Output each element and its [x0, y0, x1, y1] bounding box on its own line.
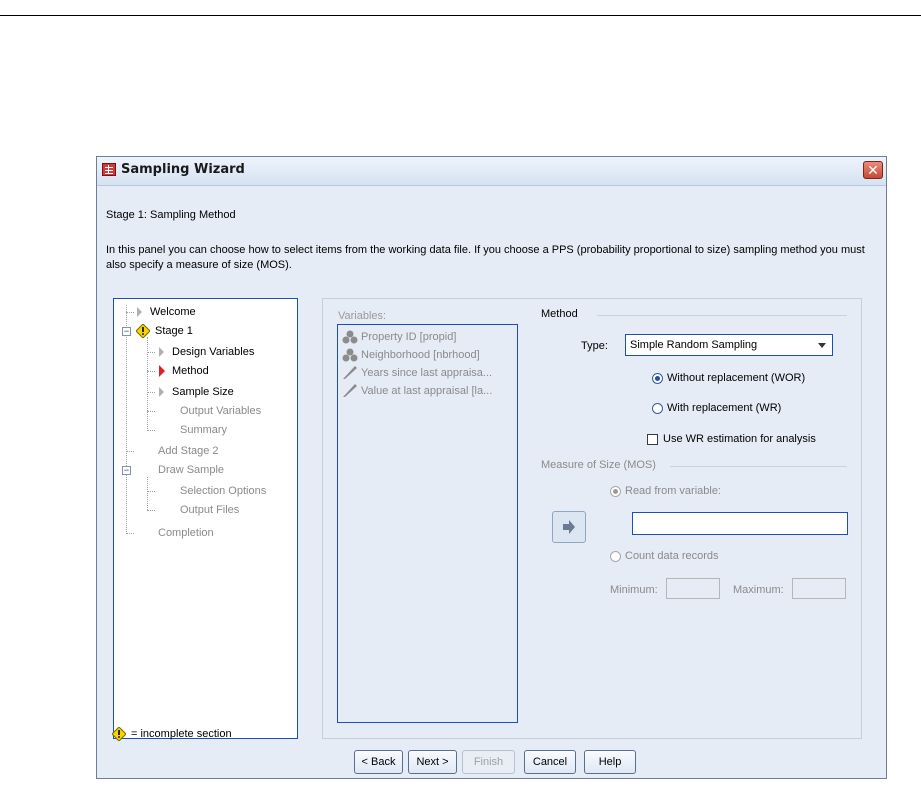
- variable-item[interactable]: Value at last appraisal [la...: [342, 382, 492, 400]
- stage-heading: Stage 1: Sampling Method: [106, 209, 236, 221]
- scale-icon: [343, 366, 357, 380]
- tree-item-completion: Completion: [158, 527, 214, 539]
- variable-item[interactable]: Property ID [propid]: [342, 328, 456, 346]
- sampling-type-select[interactable]: Simple Random Sampling: [625, 334, 833, 356]
- move-variable-button[interactable]: [552, 511, 586, 543]
- wizard-navigation-tree: Welcome − Stage 1 Design Variables Metho…: [113, 298, 298, 739]
- radio-icon: [652, 402, 663, 414]
- radio-selected-icon: [610, 485, 621, 497]
- variable-item[interactable]: Years since last appraisa...: [342, 364, 492, 382]
- tree-connector: [126, 533, 134, 534]
- next-button[interactable]: Next >: [408, 750, 457, 774]
- minimum-field[interactable]: [666, 578, 720, 599]
- method-group-title: Method: [541, 308, 578, 320]
- variables-list[interactable]: Property ID [propid] Neighborhood [nbrho…: [337, 324, 518, 723]
- mos-group-title: Measure of Size (MOS): [541, 459, 656, 471]
- help-button[interactable]: Help: [584, 750, 636, 774]
- back-button[interactable]: < Back: [354, 750, 403, 774]
- variable-item[interactable]: Neighborhood [nbrhood]: [342, 346, 480, 364]
- tree-connector: [147, 392, 155, 393]
- tree-connector: [147, 352, 155, 353]
- tree-item-selection-options: Selection Options: [180, 485, 267, 497]
- title-bar: Sampling Wizard ✕: [97, 157, 886, 186]
- tree-connector: [126, 451, 134, 452]
- pointer-icon: [137, 307, 142, 318]
- maximum-label: Maximum:: [733, 584, 784, 596]
- current-step-pointer-icon: [159, 365, 165, 378]
- radio-icon: [610, 550, 621, 562]
- chevron-down-icon: [818, 343, 826, 348]
- top-rule: [0, 15, 921, 16]
- pointer-icon: [159, 387, 164, 398]
- tree-item-draw-sample: Draw Sample: [158, 464, 225, 476]
- close-button[interactable]: ✕: [863, 161, 883, 179]
- legend-text: = incomplete section: [131, 727, 232, 740]
- tree-connector: [126, 312, 134, 313]
- legend: = incomplete section: [112, 727, 232, 741]
- method-group-rule: [597, 315, 847, 316]
- tree-connector: [126, 305, 127, 534]
- warning-icon: [136, 324, 150, 339]
- use-wr-estimation-checkbox[interactable]: Use WR estimation for analysis: [647, 432, 816, 446]
- tree-connector: [147, 430, 155, 431]
- tree-connector: [147, 337, 148, 429]
- tree-item-output-files: Output Files: [180, 504, 240, 516]
- tree-item-summary: Summary: [180, 424, 228, 436]
- variables-label: Variables:: [338, 310, 387, 322]
- tree-connector: [147, 371, 155, 372]
- warning-icon: [112, 727, 126, 741]
- mos-group-rule: [670, 466, 847, 467]
- nominal-icon: [342, 348, 358, 362]
- tree-item-stage-1[interactable]: Stage 1: [136, 323, 193, 339]
- right-arrow-icon: [563, 520, 575, 534]
- sampling-wizard-dialog: Sampling Wizard ✕ Stage 1: Sampling Meth…: [96, 156, 887, 779]
- finish-button[interactable]: Finish: [462, 750, 515, 774]
- tree-connector: [147, 491, 155, 492]
- minimum-label: Minimum:: [610, 584, 658, 596]
- tree-item-add-stage-2: Add Stage 2: [158, 445, 219, 457]
- tree-item-method[interactable]: Method: [159, 363, 209, 379]
- pointer-icon: [159, 347, 164, 358]
- mos-variable-field[interactable]: [632, 512, 848, 535]
- collapse-icon[interactable]: −: [122, 327, 131, 336]
- nominal-icon: [342, 330, 358, 344]
- tree-connector: [147, 477, 148, 510]
- with-replacement-radio[interactable]: With replacement (WR): [652, 401, 781, 415]
- tree-connector: [147, 411, 155, 412]
- cancel-button[interactable]: Cancel: [524, 750, 576, 774]
- panel-description: In this panel you can choose how to sele…: [106, 244, 865, 271]
- radio-selected-icon: [652, 372, 663, 384]
- scale-icon: [343, 384, 357, 398]
- tree-connector: [147, 510, 155, 511]
- maximum-field[interactable]: [792, 578, 846, 599]
- read-from-variable-radio[interactable]: Read from variable:: [610, 484, 721, 498]
- tree-item-output-variables: Output Variables: [180, 405, 262, 417]
- tree-item-design-variables[interactable]: Design Variables: [159, 344, 254, 360]
- spss-app-icon: [102, 163, 116, 176]
- checkbox-icon: [647, 433, 658, 445]
- type-label: Type:: [581, 340, 608, 352]
- without-replacement-radio[interactable]: Without replacement (WOR): [652, 371, 805, 385]
- collapse-icon[interactable]: −: [122, 466, 131, 475]
- window-title: Sampling Wizard: [121, 162, 245, 177]
- count-data-records-radio[interactable]: Count data records: [610, 549, 719, 563]
- tree-item-sample-size[interactable]: Sample Size: [159, 384, 234, 400]
- tree-item-welcome[interactable]: Welcome: [137, 304, 196, 320]
